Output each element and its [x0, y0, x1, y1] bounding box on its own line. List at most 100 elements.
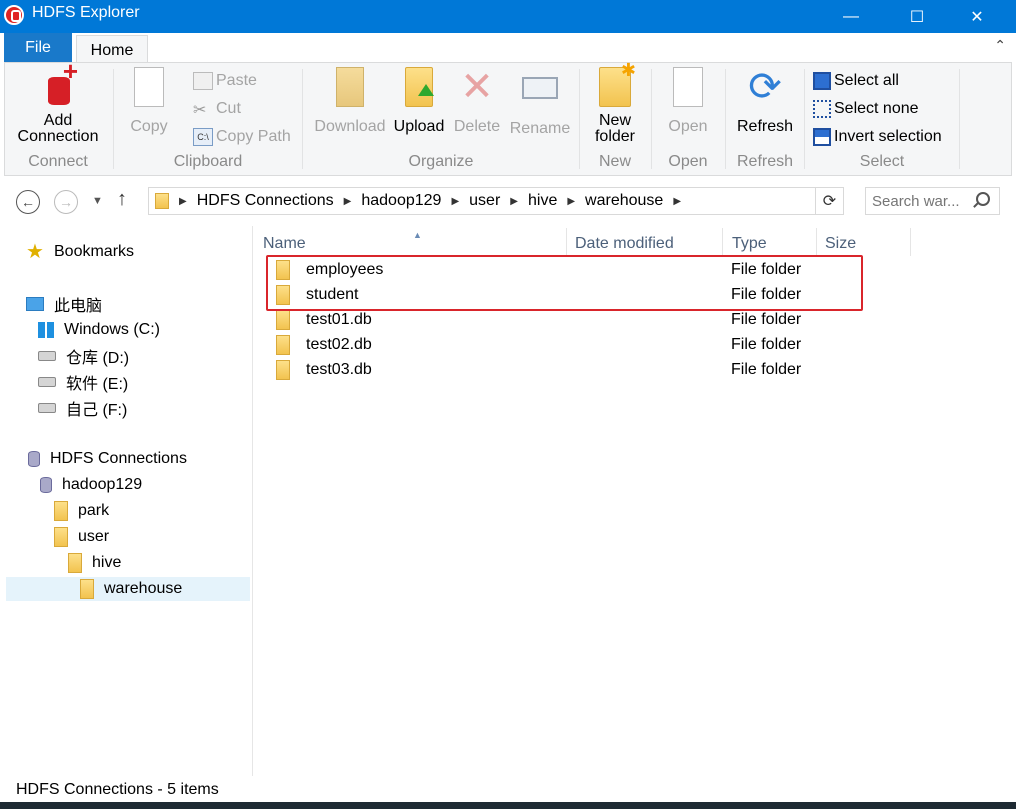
- tree-item-label: 仓库 (D:): [66, 350, 130, 367]
- tree-item-drive-c[interactable]: Windows (C:): [38, 318, 160, 342]
- address-refresh-icon[interactable]: ⟳: [816, 187, 844, 215]
- minimize-button[interactable]: —: [828, 0, 874, 33]
- back-arrow-icon[interactable]: ←: [16, 190, 40, 214]
- breadcrumb-item[interactable]: hive: [528, 192, 557, 210]
- tree-item-label: HDFS Connections: [50, 450, 187, 467]
- group-label-connect: Connect: [28, 153, 88, 170]
- paste-button[interactable]: Paste: [193, 69, 257, 93]
- breadcrumb-separator-icon[interactable]: ▶: [179, 196, 187, 207]
- column-header-type[interactable]: Type: [732, 232, 767, 256]
- tab-home[interactable]: Home: [76, 35, 148, 65]
- item-type: File folder: [731, 310, 802, 328]
- group-label-clipboard: Clipboard: [173, 153, 243, 170]
- item-name: test02.db: [306, 335, 372, 353]
- refresh-button[interactable]: ⟳ Refresh: [733, 67, 797, 135]
- delete-button[interactable]: ✕ Delete: [451, 67, 503, 135]
- column-divider[interactable]: [910, 228, 911, 256]
- tree-item-this-pc[interactable]: 此电脑: [26, 292, 102, 316]
- database-icon: [28, 451, 40, 467]
- column-divider[interactable]: [566, 228, 567, 256]
- recent-locations-chevron-icon[interactable]: ▼: [92, 195, 103, 207]
- delete-x-icon: ✕: [460, 65, 494, 109]
- copy-button[interactable]: Copy: [123, 67, 175, 135]
- paste-label: Paste: [216, 72, 257, 89]
- cut-label: Cut: [216, 100, 241, 117]
- window-title: HDFS Explorer: [32, 4, 140, 21]
- breadcrumb[interactable]: ▶ HDFS Connections ▶ hadoop129 ▶ user ▶ …: [148, 187, 816, 215]
- add-connection-label-1: Add: [43, 112, 73, 129]
- column-divider[interactable]: [816, 228, 817, 256]
- tree-item-bookmarks[interactable]: ★ Bookmarks: [26, 240, 134, 264]
- pane-divider[interactable]: [252, 226, 253, 776]
- cut-button[interactable]: ✂ Cut: [193, 97, 241, 121]
- tree-item-user[interactable]: user: [54, 525, 109, 549]
- group-connect: + Add Connection Connect: [5, 58, 111, 175]
- download-folder-icon: [336, 67, 364, 107]
- forward-arrow-icon[interactable]: →: [54, 190, 78, 214]
- tree-item-park[interactable]: park: [54, 499, 109, 523]
- close-button[interactable]: ✕: [954, 0, 1000, 33]
- maximize-button[interactable]: ☐: [894, 0, 940, 33]
- breadcrumb-separator-icon[interactable]: ▶: [673, 196, 681, 207]
- breadcrumb-separator-icon[interactable]: ▶: [344, 196, 352, 207]
- tree-item-hive[interactable]: hive: [68, 551, 121, 575]
- column-header-date-modified[interactable]: Date modified: [575, 232, 674, 256]
- breadcrumb-separator-icon[interactable]: ▶: [510, 196, 518, 207]
- select-none-button[interactable]: Select none: [813, 97, 919, 121]
- upload-button[interactable]: Upload: [391, 67, 447, 135]
- breadcrumb-item[interactable]: user: [469, 192, 500, 210]
- group-new: ✱ New folder New: [581, 61, 649, 175]
- group-label-open: Open: [668, 153, 708, 170]
- tree-item-hadoop129[interactable]: hadoop129: [40, 473, 142, 497]
- ribbon-divider: [804, 69, 805, 169]
- ribbon: + Add Connection Connect Copy Paste ✂ Cu…: [4, 58, 1012, 176]
- column-header-name[interactable]: Name ▲: [263, 230, 563, 256]
- open-document-icon: [673, 67, 703, 107]
- copy-path-button[interactable]: C:\ Copy Path: [193, 125, 291, 149]
- download-button[interactable]: Download: [311, 67, 389, 135]
- select-none-label: Select none: [834, 100, 919, 117]
- tree-item-drive-d[interactable]: 仓库 (D:): [38, 344, 129, 368]
- add-connection-button[interactable]: + Add Connection: [15, 58, 101, 145]
- download-label: Download: [314, 118, 386, 135]
- collapse-ribbon-chevron-icon[interactable]: ⌃: [994, 37, 1006, 54]
- tab-file[interactable]: File: [4, 33, 72, 63]
- list-item[interactable]: test03.db File folder: [276, 357, 856, 382]
- group-refresh: ⟳ Refresh Refresh: [727, 63, 803, 175]
- breadcrumb-item[interactable]: HDFS Connections: [197, 192, 334, 210]
- breadcrumb-separator-icon[interactable]: ▶: [451, 196, 459, 207]
- new-folder-label-1: New: [598, 112, 631, 129]
- breadcrumb-item[interactable]: warehouse: [585, 192, 663, 210]
- open-button[interactable]: Open: [661, 67, 715, 135]
- tree-item-hdfs-connections[interactable]: HDFS Connections: [28, 447, 187, 471]
- group-label-refresh: Refresh: [736, 153, 794, 170]
- tree-item-warehouse[interactable]: warehouse: [6, 577, 250, 601]
- ribbon-divider: [725, 69, 726, 169]
- tree-item-drive-e[interactable]: 软件 (E:): [38, 370, 128, 394]
- list-item[interactable]: test02.db File folder: [276, 332, 856, 357]
- column-header-size[interactable]: Size: [825, 232, 856, 256]
- tree-item-label: Windows (C:): [64, 321, 161, 338]
- tree-item-label: hadoop129: [62, 476, 143, 493]
- invert-selection-button[interactable]: Invert selection: [813, 125, 942, 149]
- copy-icon: [134, 67, 164, 107]
- upload-label: Upload: [393, 118, 445, 135]
- column-divider[interactable]: [722, 228, 723, 256]
- new-folder-button[interactable]: ✱ New folder: [587, 61, 643, 145]
- folder-icon: [68, 553, 82, 573]
- tree-item-drive-f[interactable]: 自己 (F:): [38, 396, 127, 420]
- upload-folder-icon: [405, 67, 434, 107]
- tree-item-label: 此电脑: [54, 298, 103, 315]
- column-header-label: Size: [825, 235, 857, 252]
- select-all-button[interactable]: Select all: [813, 69, 899, 93]
- up-arrow-icon[interactable]: ↑: [117, 188, 127, 211]
- windows-drive-icon: [38, 322, 54, 338]
- hard-drive-icon: [38, 351, 56, 361]
- breadcrumb-item[interactable]: hadoop129: [361, 192, 441, 210]
- select-all-icon: [813, 72, 831, 90]
- search-icon[interactable]: [976, 192, 990, 206]
- scissors-icon: ✂: [193, 102, 207, 119]
- breadcrumb-separator-icon[interactable]: ▶: [567, 196, 575, 207]
- ribbon-divider: [579, 69, 580, 169]
- rename-button[interactable]: Rename: [507, 67, 573, 137]
